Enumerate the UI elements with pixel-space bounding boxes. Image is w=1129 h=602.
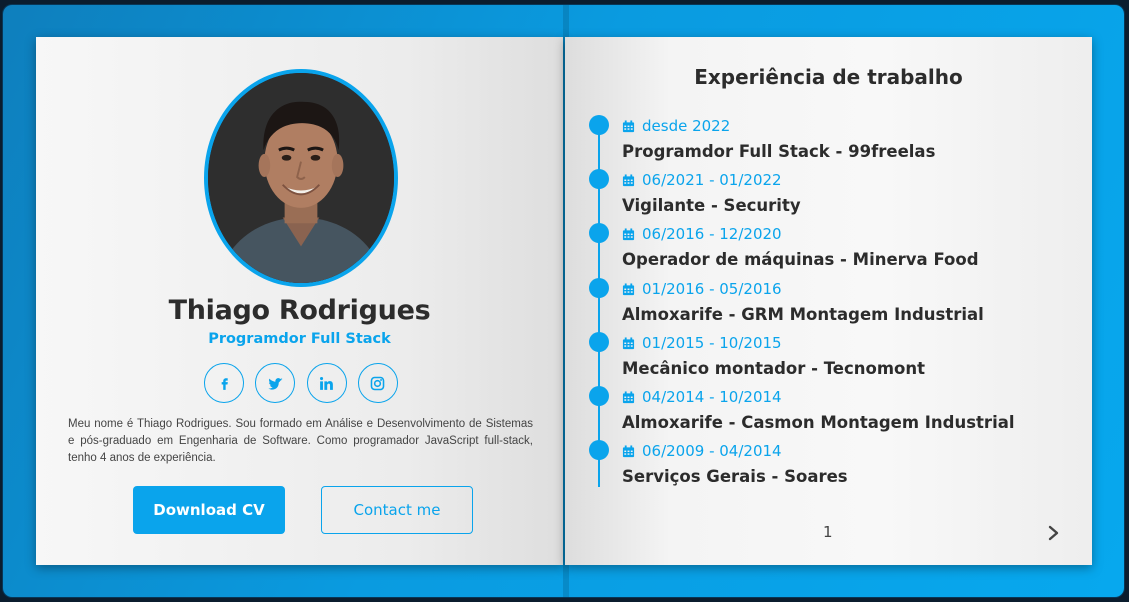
timeline-dot <box>589 278 609 298</box>
profile-name: Thiago Rodrigues <box>168 295 431 326</box>
timeline-dot <box>589 169 609 189</box>
facebook-icon <box>221 377 228 390</box>
timeline-item: 06/2016 - 12/2020 Operador de máquinas -… <box>565 221 1092 275</box>
contact-me-button[interactable]: Contact me <box>321 486 473 534</box>
timeline-title: Vigilante - Security <box>622 196 801 215</box>
profile-role: Programdor Full Stack <box>208 331 391 347</box>
timeline-date-text: 06/2009 - 04/2014 <box>642 442 782 460</box>
experience-title: Experiência de trabalho <box>694 65 963 89</box>
avatar <box>204 69 398 287</box>
next-page-button[interactable] <box>1045 523 1063 543</box>
profile-bio: Meu nome é Thiago Rodrigues. Sou formado… <box>68 418 533 464</box>
linkedin-icon <box>320 376 334 390</box>
chevron-right-icon <box>1048 525 1059 541</box>
experience-page: Experiência de trabalho desde 2022 Progr… <box>565 37 1092 565</box>
timeline-dot <box>589 332 609 352</box>
instagram-button[interactable] <box>357 363 398 403</box>
timeline-item: 01/2015 - 10/2015 Mecânico montador - Te… <box>565 330 1092 384</box>
page-number: 1 <box>823 523 833 541</box>
timeline-dot <box>589 223 609 243</box>
timeline-date: 01/2016 - 05/2016 <box>622 280 782 298</box>
timeline-date-text: 01/2015 - 10/2015 <box>642 334 782 352</box>
timeline-dot <box>589 386 609 406</box>
timeline-date-text: desde 2022 <box>642 117 731 135</box>
timeline-date-text: 01/2016 - 05/2016 <box>642 280 782 298</box>
timeline-item: 06/2021 - 01/2022 Vigilante - Security <box>565 167 1092 221</box>
timeline-date: desde 2022 <box>622 117 730 135</box>
timeline-date: 01/2015 - 10/2015 <box>622 334 782 352</box>
timeline-date-text: 06/2021 - 01/2022 <box>642 171 782 189</box>
facebook-button[interactable] <box>204 363 244 403</box>
timeline-date: 06/2016 - 12/2020 <box>622 225 782 243</box>
timeline-date: 04/2014 - 10/2014 <box>622 388 782 406</box>
instagram-icon <box>371 376 385 390</box>
timeline-date-text: 04/2014 - 10/2014 <box>642 388 782 406</box>
timeline-title: Programdor Full Stack - 99freelas <box>622 142 936 161</box>
timeline-date-text: 06/2016 - 12/2020 <box>642 225 782 243</box>
twitter-icon <box>268 377 283 390</box>
timeline-date: 06/2009 - 04/2014 <box>622 442 782 460</box>
calendar-icon <box>622 282 635 295</box>
calendar-icon <box>622 227 635 240</box>
timeline-date: 06/2021 - 01/2022 <box>622 171 782 189</box>
timeline-item: 06/2009 - 04/2014 Serviços Gerais - Soar… <box>565 438 1092 492</box>
calendar-icon <box>622 119 635 132</box>
profile-photo <box>208 73 394 283</box>
timeline-title: Almoxarife - GRM Montagem Industrial <box>622 305 984 324</box>
twitter-button[interactable] <box>255 363 296 403</box>
timeline-title: Mecânico montador - Tecnomont <box>622 359 925 378</box>
linkedin-button[interactable] <box>306 363 347 403</box>
calendar-icon <box>622 444 635 457</box>
calendar-icon <box>622 336 635 349</box>
calendar-icon <box>622 173 635 186</box>
download-cv-button[interactable]: Download CV <box>133 486 285 534</box>
timeline-item: desde 2022 Programdor Full Stack - 99fre… <box>565 113 1092 167</box>
timeline-title: Serviços Gerais - Soares <box>622 467 848 486</box>
timeline-dot <box>589 115 609 135</box>
timeline-title: Almoxarife - Casmon Montagem Industrial <box>622 413 1015 432</box>
timeline-item: 04/2014 - 10/2014 Almoxarife - Casmon Mo… <box>565 384 1092 438</box>
timeline-dot <box>589 440 609 460</box>
calendar-icon <box>622 390 635 403</box>
social-links <box>204 363 398 405</box>
timeline-item: 01/2016 - 05/2016 Almoxarife - GRM Monta… <box>565 276 1092 330</box>
profile-page: Thiago Rodrigues Programdor Full Stack M… <box>36 37 563 565</box>
timeline-title: Operador de máquinas - Minerva Food <box>622 250 979 269</box>
book-container: Thiago Rodrigues Programdor Full Stack M… <box>3 5 1124 597</box>
